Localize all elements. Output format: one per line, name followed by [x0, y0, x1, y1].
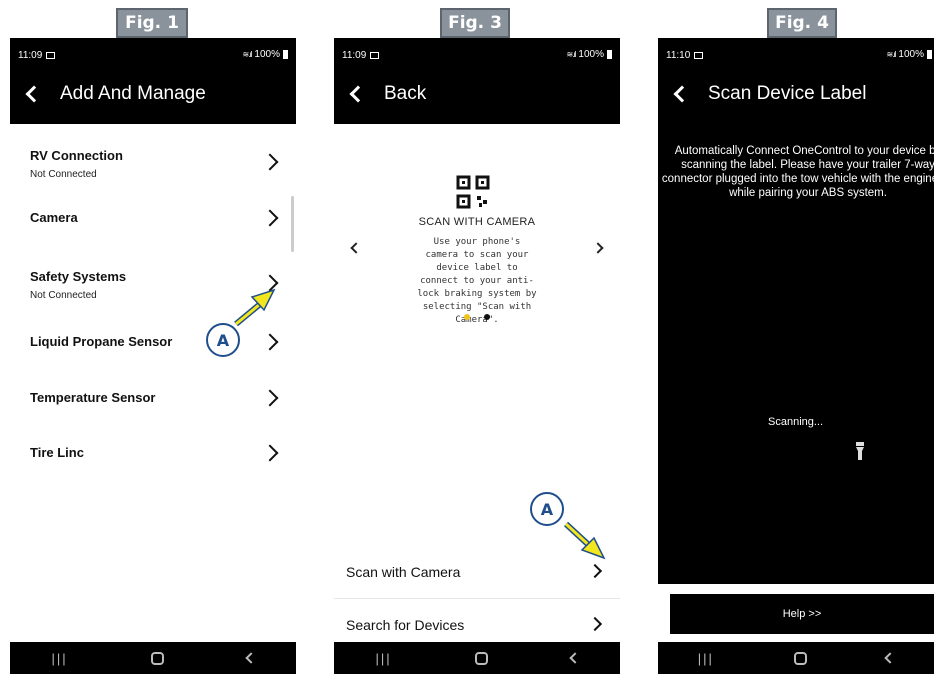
callout-a: A	[530, 492, 564, 526]
status-time: 11:10	[666, 50, 691, 61]
recents-icon[interactable]: |||	[698, 651, 714, 666]
back-arrow-icon[interactable]	[673, 85, 691, 103]
scanning-status: Scanning...	[768, 416, 824, 428]
status-bar: 11:10 ≋.ıl 100%	[658, 38, 934, 64]
fig4-label: Fig. 4	[767, 8, 837, 38]
callout-arrow	[234, 288, 276, 327]
fig3-label: Fig. 3	[440, 8, 510, 38]
help-button[interactable]: Help >>	[670, 594, 934, 634]
gallery-icon	[694, 52, 704, 59]
phone-fig4: 11:10 ≋.ıl 100% Scan Device Label Automat…	[658, 38, 934, 674]
phone-fig1: 11:09 ≋.ıl 100% Add And Manage RV Connect…	[10, 38, 296, 674]
phone-fig3: 11:09 ≋.ıl 100% Back SCAN WITH CAMERA Use…	[334, 38, 620, 674]
help-panel: Help >>	[658, 584, 934, 642]
signal-icon: ≋.ıl	[886, 50, 896, 59]
nav-back-icon[interactable]	[884, 652, 896, 664]
callout-a: A	[206, 323, 240, 357]
app-header: Scan Device Label	[658, 64, 934, 124]
android-nav-bar: |||	[658, 642, 934, 674]
battery-percent: 100%	[898, 49, 924, 60]
callout-arrow	[563, 521, 606, 560]
scan-instructions: Automatically Connect OneControl to your…	[661, 145, 934, 199]
home-icon[interactable]	[793, 651, 807, 665]
fig1-label: Fig. 1	[116, 8, 188, 38]
flashlight-icon[interactable]	[856, 442, 864, 460]
battery-icon	[927, 50, 932, 59]
page-title: Scan Device Label	[708, 83, 867, 104]
